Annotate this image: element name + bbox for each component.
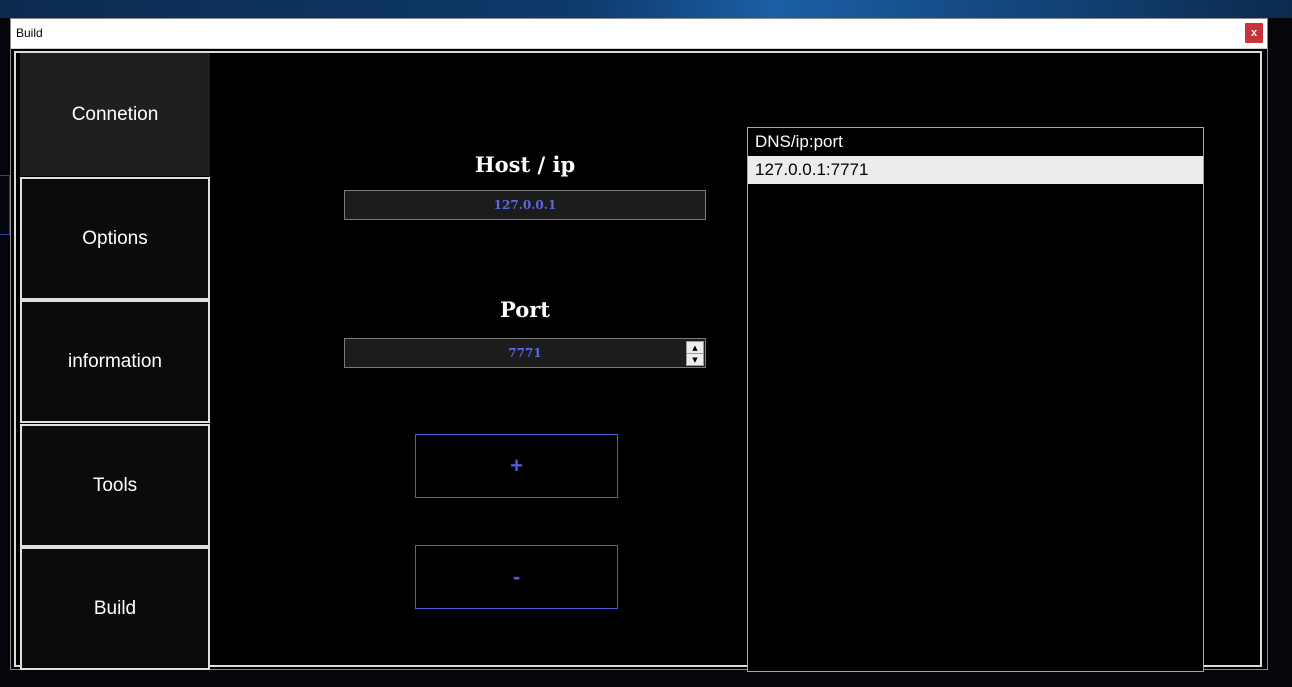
title-bar[interactable]: Build x [11,19,1267,49]
close-button[interactable]: x [1245,23,1263,43]
desktop-background-strip [0,0,1292,18]
sidebar-item-connetion[interactable]: Connetion [20,53,210,176]
host-label: Host / ip [474,152,576,177]
sidebar-item-options[interactable]: Options [20,177,210,300]
list-item[interactable]: 127.0.0.1:7771 [748,156,1203,184]
content-area: Connetion Options information Tools Buil… [14,51,1262,672]
sidebar-item-build[interactable]: Build [20,547,210,670]
window-title: Build [16,26,43,40]
sidebar-item-label: information [68,350,162,372]
host-input[interactable]: 127.0.0.1 [344,190,706,220]
host-list[interactable]: DNS/ip:port 127.0.0.1:7771 [747,127,1204,672]
minus-icon: - [512,564,521,589]
host-value: 127.0.0.1 [493,198,557,212]
spin-up-icon[interactable]: ▲ [687,342,703,354]
sidebar-item-information[interactable]: information [20,300,210,423]
port-spinner: ▲ ▼ [686,341,704,366]
port-label: Port [500,297,550,322]
background-window-edge [0,175,10,235]
sidebar-item-label: Build [93,597,137,619]
sidebar-item-label: Connetion [71,103,159,125]
build-window: Build x Connetion Options information To… [10,18,1268,672]
close-icon: x [1250,27,1258,39]
sidebar-item-tools[interactable]: Tools [20,424,210,547]
remove-entry-button[interactable]: - [415,545,618,609]
list-column-header[interactable]: DNS/ip:port [748,128,1203,155]
sidebar-item-label: Options [82,227,148,249]
spin-down-icon[interactable]: ▼ [687,354,703,365]
sidebar-item-label: Tools [92,474,138,496]
port-stepper[interactable]: 7771 ▲ ▼ [344,338,706,368]
port-value: 7771 [508,346,542,360]
add-entry-button[interactable]: + [415,434,618,498]
plus-icon: + [510,453,523,478]
